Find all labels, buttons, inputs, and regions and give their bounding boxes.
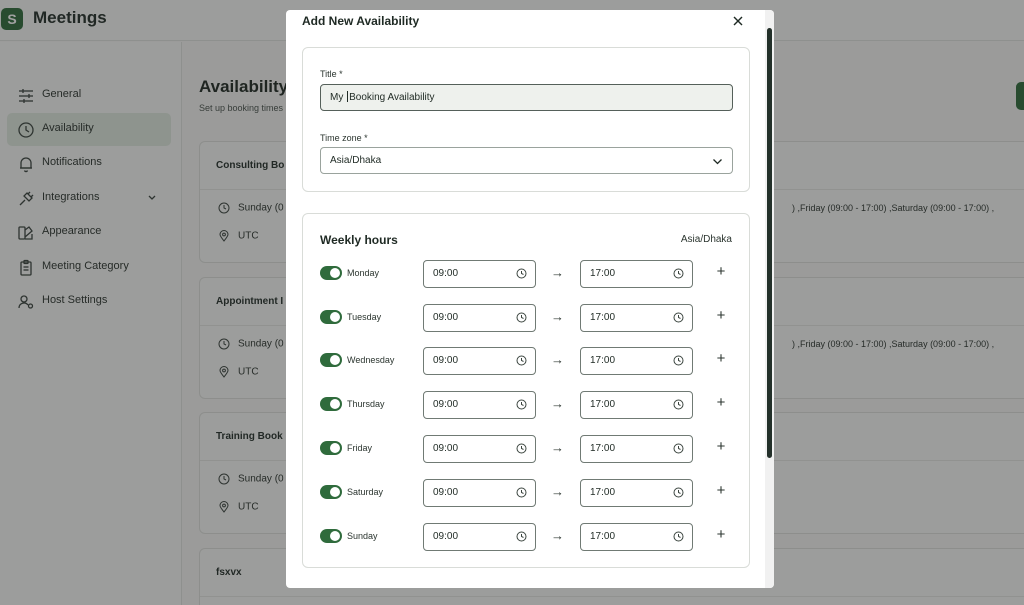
end-time-input[interactable]: 17:00 bbox=[580, 347, 693, 375]
day-row-monday: Monday 09:00 → 17:00 + bbox=[303, 260, 749, 288]
weekly-hours-timezone: Asia/Dhaka bbox=[680, 234, 732, 245]
add-interval-button[interactable]: + bbox=[713, 350, 729, 368]
day-name: Sunday bbox=[347, 531, 378, 541]
day-row-tuesday: Tuesday 09:00 → 17:00 + bbox=[303, 304, 749, 332]
close-icon[interactable] bbox=[731, 14, 745, 28]
start-time-input[interactable]: 09:00 bbox=[423, 347, 536, 375]
clock-icon bbox=[673, 531, 684, 542]
add-availability-modal: Add New Availability Title * My Booking … bbox=[286, 10, 774, 588]
clock-icon bbox=[516, 531, 527, 542]
day-toggle[interactable] bbox=[320, 529, 342, 543]
day-toggle[interactable] bbox=[320, 353, 342, 367]
add-interval-button[interactable]: + bbox=[713, 307, 729, 325]
arrow-right-icon: → bbox=[551, 309, 564, 324]
arrow-right-icon: → bbox=[551, 265, 564, 280]
add-interval-button[interactable]: + bbox=[713, 526, 729, 544]
clock-icon bbox=[673, 399, 684, 410]
weekly-hours-panel: Weekly hours Asia/Dhaka Monday 09:00 → 1… bbox=[302, 213, 750, 568]
title-input[interactable]: My Booking Availability bbox=[320, 84, 733, 111]
day-toggle[interactable] bbox=[320, 485, 342, 499]
end-time-input[interactable]: 17:00 bbox=[580, 260, 693, 288]
day-row-sunday: Sunday 09:00 → 17:00 + bbox=[303, 523, 749, 551]
clock-icon bbox=[516, 268, 527, 279]
text-caret bbox=[347, 91, 349, 102]
day-toggle[interactable] bbox=[320, 441, 342, 455]
day-toggle[interactable] bbox=[320, 266, 342, 280]
day-name: Thursday bbox=[347, 399, 385, 409]
day-row-friday: Friday 09:00 → 17:00 + bbox=[303, 435, 749, 463]
clock-icon bbox=[673, 312, 684, 323]
end-time-input[interactable]: 17:00 bbox=[580, 523, 693, 551]
clock-icon bbox=[516, 312, 527, 323]
arrow-right-icon: → bbox=[551, 484, 564, 499]
start-time-input[interactable]: 09:00 bbox=[423, 523, 536, 551]
modal-title: Add New Availability bbox=[302, 14, 420, 28]
start-time-input[interactable]: 09:00 bbox=[423, 304, 536, 332]
day-row-wednesday: Wednesday 09:00 → 17:00 + bbox=[303, 347, 749, 375]
clock-icon bbox=[516, 487, 527, 498]
day-row-saturday: Saturday 09:00 → 17:00 + bbox=[303, 479, 749, 507]
timezone-label: Time zone * bbox=[320, 133, 368, 143]
title-label: Title * bbox=[320, 69, 343, 79]
clock-icon bbox=[673, 355, 684, 366]
start-time-input[interactable]: 09:00 bbox=[423, 435, 536, 463]
end-time-input[interactable]: 17:00 bbox=[580, 435, 693, 463]
arrow-right-icon: → bbox=[551, 440, 564, 455]
day-toggle[interactable] bbox=[320, 397, 342, 411]
start-time-input[interactable]: 09:00 bbox=[423, 260, 536, 288]
arrow-right-icon: → bbox=[551, 396, 564, 411]
day-name: Saturday bbox=[347, 487, 384, 497]
chevron-down-icon bbox=[713, 159, 722, 165]
clock-icon bbox=[516, 399, 527, 410]
day-name: Monday bbox=[347, 268, 380, 278]
clock-icon bbox=[516, 443, 527, 454]
modal-scrollbar-thumb[interactable] bbox=[767, 28, 772, 458]
day-name: Tuesday bbox=[347, 312, 382, 322]
start-time-input[interactable]: 09:00 bbox=[423, 391, 536, 419]
day-row-thursday: Thursday 09:00 → 17:00 + bbox=[303, 391, 749, 419]
add-interval-button[interactable]: + bbox=[713, 263, 729, 281]
start-time-input[interactable]: 09:00 bbox=[423, 479, 536, 507]
clock-icon bbox=[516, 355, 527, 366]
day-name: Friday bbox=[347, 443, 373, 453]
arrow-right-icon: → bbox=[551, 528, 564, 543]
day-toggle[interactable] bbox=[320, 310, 342, 324]
add-interval-button[interactable]: + bbox=[713, 482, 729, 500]
add-interval-button[interactable]: + bbox=[713, 438, 729, 456]
details-panel: Title * My Booking Availability Time zon… bbox=[302, 47, 750, 192]
end-time-input[interactable]: 17:00 bbox=[580, 479, 693, 507]
clock-icon bbox=[673, 268, 684, 279]
weekly-hours-title: Weekly hours bbox=[320, 233, 398, 247]
end-time-input[interactable]: 17:00 bbox=[580, 304, 693, 332]
arrow-right-icon: → bbox=[551, 352, 564, 367]
clock-icon bbox=[673, 443, 684, 454]
clock-icon bbox=[673, 487, 684, 498]
end-time-input[interactable]: 17:00 bbox=[580, 391, 693, 419]
day-name: Wednesday bbox=[347, 355, 395, 365]
add-interval-button[interactable]: + bbox=[713, 394, 729, 412]
timezone-select[interactable]: Asia/Dhaka bbox=[320, 147, 733, 174]
